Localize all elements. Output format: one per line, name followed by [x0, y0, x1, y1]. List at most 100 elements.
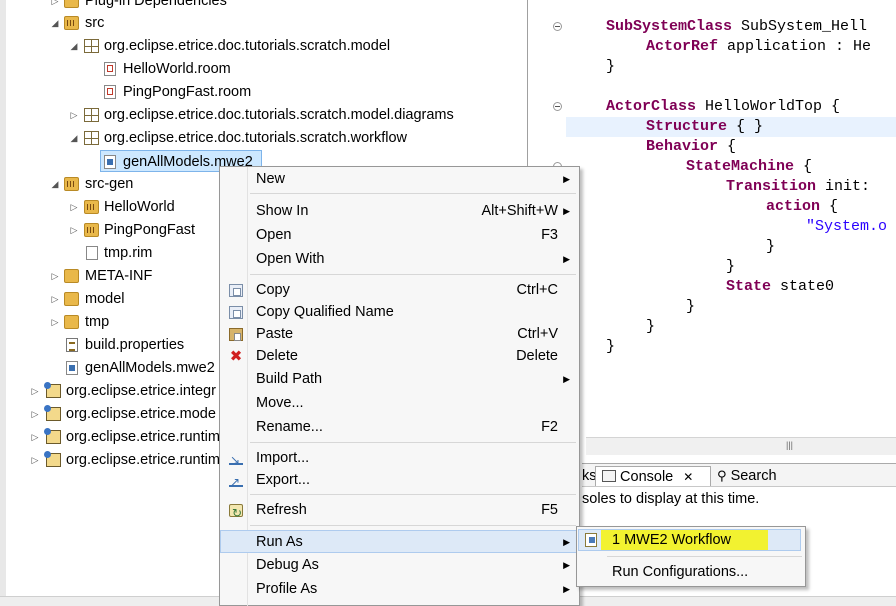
collapsed-twisty-icon[interactable]: ▷ — [50, 265, 60, 287]
room-file-icon — [104, 62, 116, 76]
submenu-label: 1 MWE2 Workflow — [612, 532, 731, 548]
expanded-twisty-icon[interactable]: ◢ — [69, 35, 79, 57]
code-line[interactable]: } — [766, 237, 775, 257]
menu-item-open-with[interactable]: Open With ▶ — [220, 248, 578, 271]
code-keyword: Behavior — [646, 138, 719, 155]
package-icon — [84, 223, 99, 237]
code-line[interactable]: action { — [766, 197, 838, 217]
tree-row-pingpongfast-room[interactable]: PingPongFast.room — [0, 81, 527, 103]
properties-file-icon — [66, 338, 78, 352]
code-line[interactable]: SubSystemClass SubSystem_Hell — [606, 17, 867, 37]
tree-row-helloworld-room[interactable]: HelloWorld.room — [0, 58, 527, 80]
collapsed-twisty-icon[interactable]: ▷ — [69, 104, 79, 126]
tree-row-package-model[interactable]: ◢ org.eclipse.etrice.doc.tutorials.scrat… — [0, 35, 527, 57]
copy-qualified-name-icon — [229, 306, 243, 319]
tree-label: org.eclipse.etrice.runtim — [66, 452, 220, 468]
tree-label: tmp — [85, 314, 110, 330]
code-line[interactable]: } — [606, 57, 615, 77]
code-line[interactable]: } — [726, 257, 735, 277]
menu-item-refresh[interactable]: Refresh F5 — [220, 499, 578, 525]
tree-label: org.eclipse.etrice.mode — [66, 406, 216, 422]
collapsed-twisty-icon[interactable]: ▷ — [30, 426, 40, 448]
collapsed-twisty-icon[interactable]: ▷ — [30, 449, 40, 471]
code-line[interactable]: Behavior { — [646, 137, 736, 157]
menu-item-paste[interactable]: Paste Ctrl+V — [220, 323, 578, 346]
editor-horizontal-scrollbar[interactable] — [586, 437, 896, 455]
tree-row-package-diagrams[interactable]: ▷ org.eclipse.etrice.doc.tutorials.scrat… — [0, 104, 527, 126]
menu-label: Show In — [256, 203, 309, 219]
source-folder-icon — [64, 177, 79, 191]
tree-label: org.eclipse.etrice.doc.tutorials.scratch… — [104, 38, 391, 54]
menu-label: Debug As — [256, 557, 319, 573]
tab-search[interactable]: ⚲ Search — [717, 466, 777, 486]
console-message: soles to display at this time. — [582, 491, 760, 507]
tree-label: HelloWorld — [104, 199, 175, 215]
code-line[interactable]: } — [686, 297, 695, 317]
code-line[interactable]: StateMachine { — [686, 157, 812, 177]
code-keyword: ActorClass — [606, 98, 697, 115]
folder-icon — [64, 292, 79, 306]
code-line[interactable]: } — [646, 317, 655, 337]
fold-toggle-icon[interactable] — [553, 22, 562, 31]
menu-item-open[interactable]: Open F3 — [220, 224, 578, 247]
expanded-twisty-icon[interactable]: ◢ — [50, 12, 60, 34]
collapsed-twisty-icon[interactable]: ▷ — [69, 196, 79, 218]
source-folder-icon — [64, 16, 79, 30]
tree-row-src[interactable]: ◢ src — [0, 12, 527, 34]
menu-item-rename[interactable]: Rename... F2 — [220, 416, 578, 439]
collapsed-twisty-icon[interactable]: ▷ — [69, 219, 79, 241]
delete-icon: ✖ — [229, 348, 243, 365]
tree-row-plugin-dependencies[interactable]: ▷ Plug-in Dependencies — [0, 0, 527, 12]
room-file-icon — [104, 85, 116, 99]
tab-label: Search — [730, 468, 777, 484]
code-line[interactable]: "System.o — [806, 217, 887, 237]
tab-console[interactable]: Console ✕ — [595, 466, 711, 486]
code-text: } — [726, 258, 736, 275]
collapsed-twisty-icon[interactable]: ▷ — [30, 380, 40, 402]
menu-item-profile-as[interactable]: Profile As ▶ — [220, 578, 578, 601]
menu-item-delete[interactable]: ✖ Delete Delete — [220, 345, 578, 368]
code-text: } — [766, 238, 776, 255]
menu-separator — [250, 193, 576, 194]
code-line[interactable]: ActorRef application : He — [646, 37, 871, 57]
menu-label: Copy — [256, 282, 290, 298]
submenu-arrow-icon: ▶ — [563, 560, 570, 570]
submenu-item-run-configurations[interactable]: Run Configurations... — [581, 561, 801, 583]
menu-shortcut: Delete — [516, 348, 558, 364]
code-line[interactable]: Transition init: — [726, 177, 870, 197]
menu-item-export[interactable]: Export... — [220, 469, 578, 494]
menu-item-copy-qualified-name[interactable]: Copy Qualified Name — [220, 301, 578, 324]
code-line[interactable]: ActorClass HelloWorldTop { — [606, 97, 840, 117]
expanded-twisty-icon[interactable]: ◢ — [69, 127, 79, 149]
code-line[interactable]: Structure { } — [646, 117, 763, 137]
plugin-project-icon — [44, 428, 61, 444]
tree-row-package-workflow[interactable]: ◢ org.eclipse.etrice.doc.tutorials.scrat… — [0, 127, 527, 149]
tree-label: org.eclipse.etrice.doc.tutorials.scratch… — [104, 107, 454, 123]
menu-item-run-as[interactable]: Run As ▶ — [220, 530, 578, 553]
menu-shortcut: F5 — [541, 502, 558, 518]
collapsed-twisty-icon[interactable]: ▷ — [50, 0, 60, 12]
fold-toggle-icon[interactable] — [553, 102, 562, 111]
submenu-item-mwe2-workflow[interactable]: 1 MWE2 Workflow — [581, 529, 801, 551]
export-icon — [229, 471, 243, 494]
collapsed-twisty-icon[interactable]: ▷ — [50, 288, 60, 310]
menu-item-new[interactable]: New ▶ — [220, 168, 578, 191]
code-line[interactable]: } — [606, 337, 615, 357]
menu-shortcut: Alt+Shift+W — [481, 203, 558, 219]
menu-item-build-path[interactable]: Build Path ▶ — [220, 368, 578, 391]
scrollbar-grip-icon[interactable]: ||| — [786, 441, 800, 450]
collapsed-twisty-icon[interactable]: ▷ — [50, 311, 60, 333]
close-icon[interactable]: ✕ — [683, 470, 693, 484]
menu-item-move[interactable]: Move... — [220, 392, 578, 415]
collapsed-twisty-icon[interactable]: ▷ — [30, 403, 40, 425]
submenu-arrow-icon: ▶ — [563, 206, 570, 216]
menu-item-debug-as[interactable]: Debug As ▶ — [220, 554, 578, 577]
plugin-project-icon — [44, 451, 61, 467]
menu-item-copy[interactable]: Copy Ctrl+C — [220, 279, 578, 302]
package-icon — [84, 108, 99, 122]
menu-item-import[interactable]: Import... — [220, 447, 578, 472]
menu-label: Copy Qualified Name — [256, 304, 394, 320]
expanded-twisty-icon[interactable]: ◢ — [50, 173, 60, 195]
menu-item-show-in[interactable]: Show In Alt+Shift+W ▶ — [220, 200, 578, 223]
code-line[interactable]: State state0 — [726, 277, 834, 297]
